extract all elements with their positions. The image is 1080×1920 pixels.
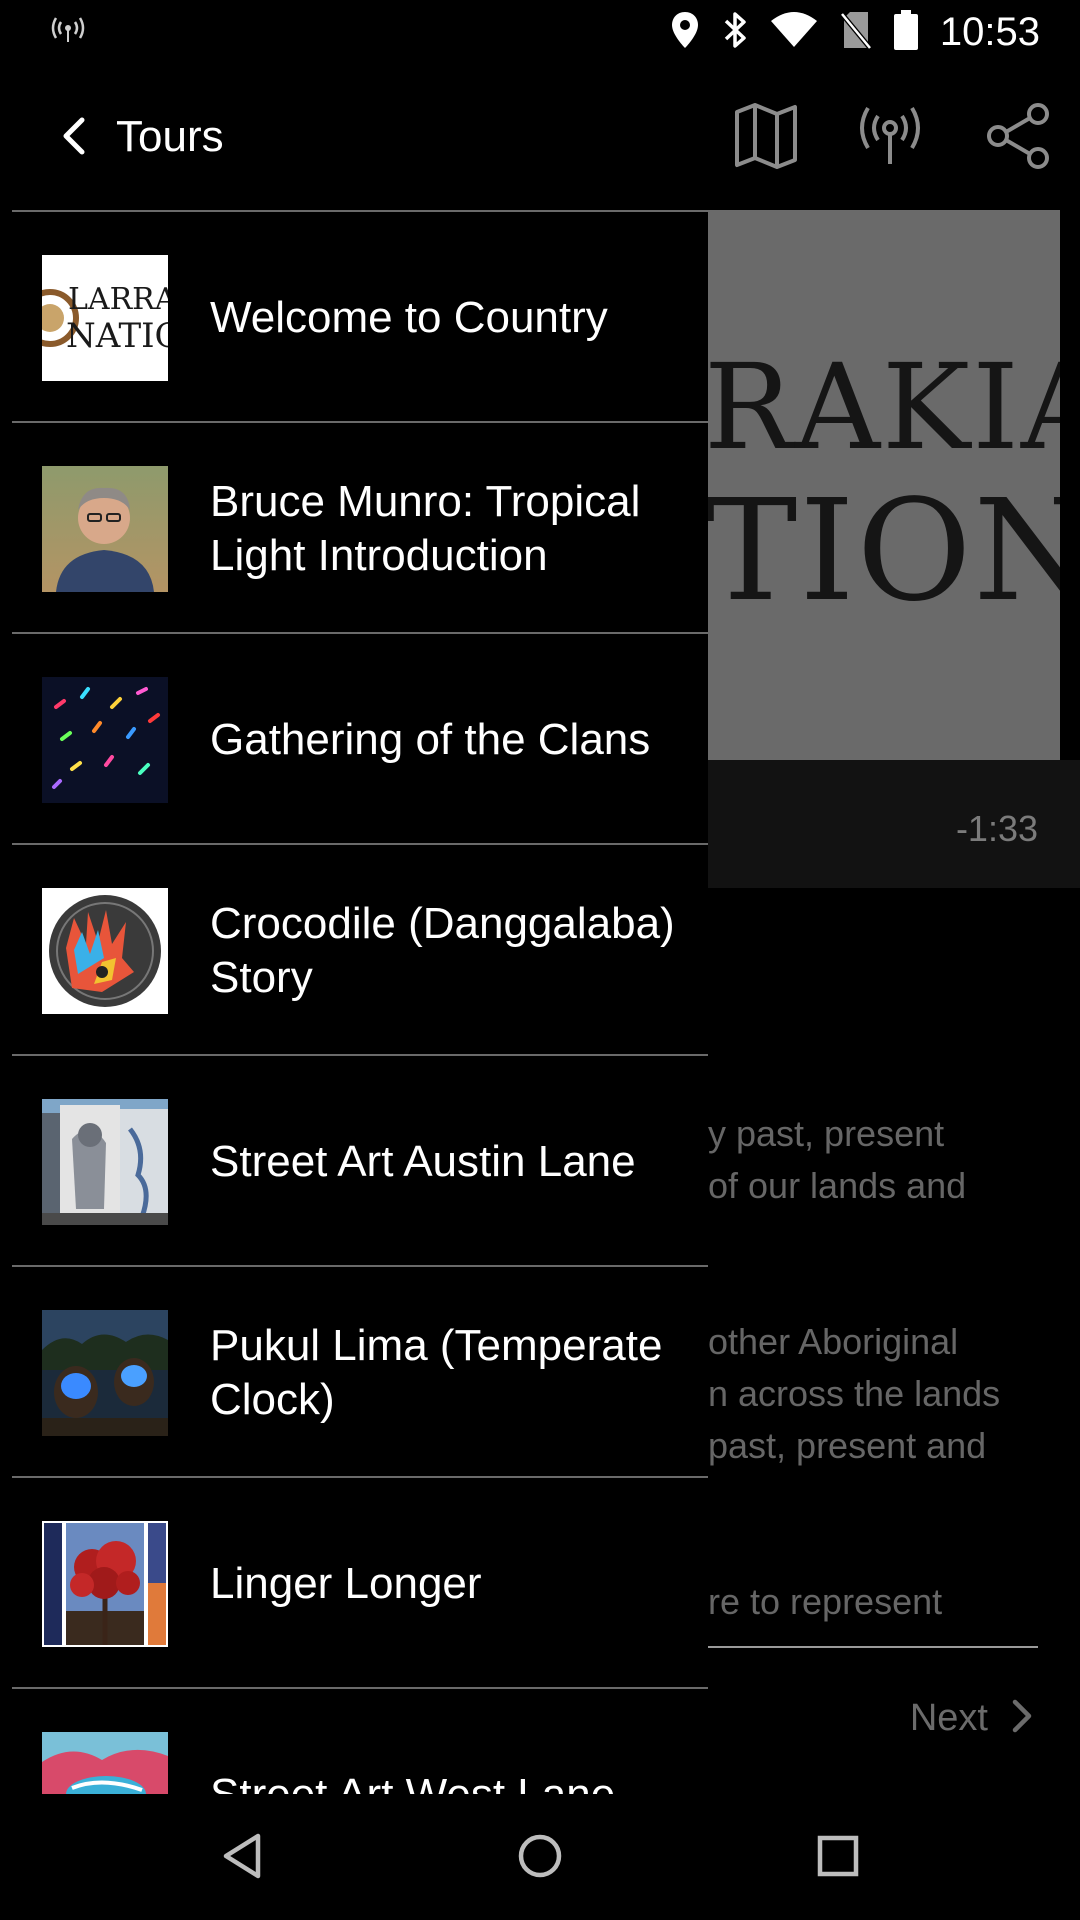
no-sim-icon [839, 10, 872, 55]
content-divider [708, 1646, 1038, 1648]
tour-item-gathering-of-the-clans[interactable]: Gathering of the Clans [0, 634, 708, 845]
bluetooth-icon [722, 10, 748, 55]
image-text-line2: TION [708, 470, 1060, 633]
hotspot-icon [48, 14, 88, 51]
next-button[interactable]: Next [910, 1696, 1034, 1741]
text-line: n across the lands [708, 1373, 1001, 1414]
tour-label: Street Art Austin Lane [210, 1136, 636, 1186]
text-line: re to represent [708, 1581, 943, 1622]
time-remaining: -1:33 [955, 808, 1038, 849]
description-paragraph-1: y past, present of our lands and [708, 1108, 1080, 1212]
tour-label: Crocodile (Danggalaba) Story [210, 898, 675, 1002]
broadcast-icon[interactable] [856, 102, 924, 175]
tour-thumbnail [42, 1521, 168, 1647]
chevron-right-icon [1010, 1696, 1034, 1741]
battery-icon [893, 9, 918, 55]
status-time: 10:53 [939, 9, 1040, 54]
tour-item-crocodile-story[interactable]: Crocodile (Danggalaba) Story [0, 845, 708, 1056]
share-icon[interactable] [984, 102, 1052, 175]
tour-item-welcome-to-country[interactable]: LARRA NATIO Welcome to Country [0, 212, 708, 423]
next-label: Next [909, 1697, 988, 1739]
tour-thumbnail: LARRA NATIO [42, 255, 168, 381]
map-icon[interactable] [734, 102, 798, 175]
status-bar: 10:53 [0, 0, 1080, 64]
image-text-line1: RAKIA [708, 338, 1060, 476]
tour-label: Pukul Lima (Temperate Clock) [210, 1320, 663, 1424]
tour-item-linger-longer[interactable]: Linger Longer [0, 1478, 708, 1689]
tours-drawer: LARRA NATIO Welcome to Country Bruce Mun… [0, 210, 708, 1794]
tour-header-image: RAKIA TION [708, 210, 1060, 760]
recents-square-icon[interactable] [816, 1830, 860, 1887]
toolbar: Tours [0, 80, 1080, 192]
tour-label: Gathering of the Clans [210, 714, 651, 764]
description-paragraph-3: re to represent [708, 1576, 1080, 1642]
home-circle-icon[interactable] [514, 1830, 566, 1887]
tour-thumbnail [42, 1310, 168, 1436]
tour-thumbnail [42, 1099, 168, 1225]
text-line: y past, present [708, 1113, 945, 1154]
tour-item-pukul-lima[interactable]: Pukul Lima (Temperate Clock) [0, 1267, 708, 1478]
text-line: past, present and [708, 1425, 987, 1466]
description-paragraph-2: other Aboriginal n across the lands past… [708, 1316, 1080, 1472]
back-icon[interactable] [56, 114, 92, 163]
tour-label: Bruce Munro: Tropical Light Introduction [210, 476, 641, 580]
system-nav-bar [0, 1794, 1080, 1920]
tour-thumbnail [42, 1732, 168, 1794]
tour-thumbnail [42, 466, 168, 592]
wifi-icon [770, 11, 818, 54]
text-line: of our lands and [708, 1165, 967, 1206]
audio-player-bar: -1:33 [708, 760, 1080, 888]
tour-label: Welcome to Country [210, 292, 608, 342]
tour-label: Linger Longer [210, 1558, 482, 1608]
tour-item-street-art-austin-lane[interactable]: Street Art Austin Lane [0, 1056, 708, 1267]
tour-thumbnail [42, 677, 168, 803]
svg-text:NATIO: NATIO [66, 316, 168, 356]
text-line: other Aboriginal [708, 1321, 959, 1362]
tour-label: Street Art West Lane [210, 1769, 616, 1795]
svg-text:LARRA: LARRA [68, 282, 168, 317]
page-title: Tours [116, 112, 224, 161]
location-icon [670, 10, 700, 55]
back-triangle-icon[interactable] [218, 1830, 266, 1887]
tour-item-bruce-munro[interactable]: Bruce Munro: Tropical Light Introduction [0, 423, 708, 634]
tour-thumbnail [42, 888, 168, 1014]
tour-item-street-art-west-lane[interactable]: Street Art West Lane [0, 1689, 708, 1794]
